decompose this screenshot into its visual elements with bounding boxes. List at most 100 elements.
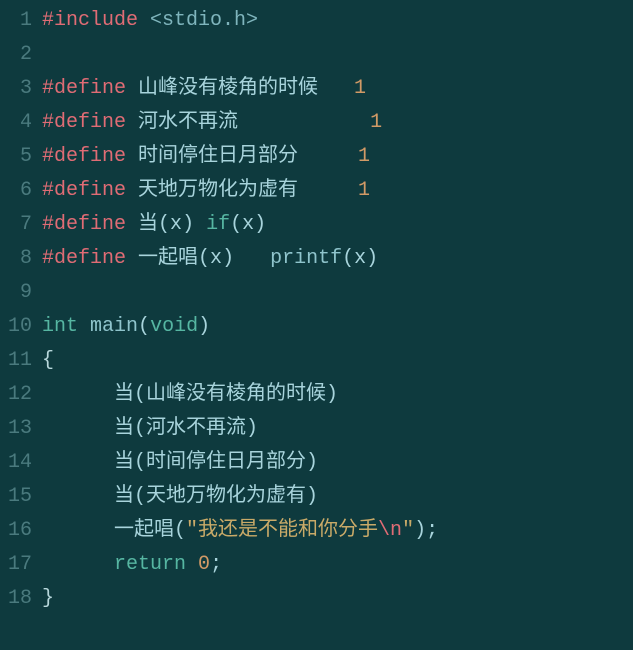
token-ident: 河水不再流 — [146, 417, 246, 440]
token-number: 1 — [370, 111, 382, 134]
token-paren: ( — [134, 485, 146, 508]
line-number: 1 — [0, 4, 32, 38]
token-plain: 一起唱 — [138, 247, 198, 270]
token-include-target: <stdio.h> — [150, 9, 258, 32]
line-number: 3 — [0, 72, 32, 106]
token-plain: ; — [426, 519, 438, 542]
line-number: 15 — [0, 480, 32, 514]
token-ident: x — [354, 247, 366, 270]
line-number: 8 — [0, 242, 32, 276]
code-line[interactable]: 当(河水不再流) — [42, 412, 633, 446]
line-number-gutter: 123456789101112131415161718 — [0, 4, 42, 616]
token-plain — [238, 111, 370, 134]
token-paren: ) — [222, 247, 234, 270]
token-directive: #include — [42, 9, 138, 32]
token-plain — [298, 145, 358, 168]
code-line[interactable] — [42, 38, 633, 72]
code-line[interactable]: 当(天地万物化为虚有) — [42, 480, 633, 514]
token-brace: } — [42, 587, 54, 610]
token-plain — [138, 9, 150, 32]
token-plain — [126, 247, 138, 270]
line-number: 12 — [0, 378, 32, 412]
token-directive: #define — [42, 145, 126, 168]
token-number: 1 — [354, 77, 366, 100]
line-number: 14 — [0, 446, 32, 480]
token-plain — [318, 77, 354, 100]
token-paren: ) — [326, 383, 338, 406]
code-line[interactable]: 当(山峰没有棱角的时候) — [42, 378, 633, 412]
token-ident: 时间停住日月部分 — [146, 451, 306, 474]
token-paren: ) — [306, 485, 318, 508]
token-escape: \n — [378, 519, 402, 542]
token-paren: ( — [158, 213, 170, 236]
token-number: 1 — [358, 145, 370, 168]
code-line[interactable]: #include <stdio.h> — [42, 4, 633, 38]
token-plain: 山峰没有棱角的时候 — [138, 77, 318, 100]
token-type: void — [150, 315, 198, 338]
line-number: 18 — [0, 582, 32, 616]
token-paren: ) — [414, 519, 426, 542]
token-ident: 山峰没有棱角的时候 — [146, 383, 326, 406]
token-plain — [186, 553, 198, 576]
token-plain: 时间停住日月部分 — [138, 145, 298, 168]
token-ident: x — [170, 213, 182, 236]
token-plain: 当 — [114, 451, 134, 474]
token-plain: ; — [210, 553, 222, 576]
line-number: 9 — [0, 276, 32, 310]
code-line[interactable]: #define 山峰没有棱角的时候 1 — [42, 72, 633, 106]
code-area[interactable]: #include <stdio.h>#define 山峰没有棱角的时候 1#de… — [42, 4, 633, 616]
line-number: 4 — [0, 106, 32, 140]
token-plain — [126, 145, 138, 168]
line-number: 17 — [0, 548, 32, 582]
token-number: 1 — [358, 179, 370, 202]
token-plain: 当 — [114, 383, 134, 406]
code-line[interactable]: #define 当(x) if(x) — [42, 208, 633, 242]
token-plain — [42, 519, 114, 542]
token-plain: 一起唱 — [114, 519, 174, 542]
token-paren: ) — [182, 213, 194, 236]
token-plain — [298, 179, 358, 202]
code-line[interactable]: #define 天地万物化为虚有 1 — [42, 174, 633, 208]
token-plain — [42, 485, 114, 508]
code-editor[interactable]: 123456789101112131415161718 #include <st… — [0, 4, 633, 616]
token-paren: ) — [366, 247, 378, 270]
token-plain: 河水不再流 — [138, 111, 238, 134]
code-line[interactable]: } — [42, 582, 633, 616]
line-number: 7 — [0, 208, 32, 242]
token-plain — [126, 213, 138, 236]
token-plain — [126, 111, 138, 134]
token-plain — [42, 553, 114, 576]
code-line[interactable]: return 0; — [42, 548, 633, 582]
token-paren: ) — [254, 213, 266, 236]
line-number: 16 — [0, 514, 32, 548]
token-directive: #define — [42, 111, 126, 134]
token-plain: 当 — [114, 417, 134, 440]
line-number: 11 — [0, 344, 32, 378]
token-plain: 天地万物化为虚有 — [138, 179, 298, 202]
code-line[interactable]: int main(void) — [42, 310, 633, 344]
code-line[interactable]: #define 时间停住日月部分 1 — [42, 140, 633, 174]
code-line[interactable] — [42, 276, 633, 310]
token-plain: 当 — [138, 213, 158, 236]
token-type: int — [42, 315, 78, 338]
token-func: printf — [270, 247, 342, 270]
token-plain: 当 — [114, 485, 134, 508]
token-plain — [126, 179, 138, 202]
code-line[interactable]: #define 河水不再流 1 — [42, 106, 633, 140]
token-string: "我还是不能和你分手 — [186, 519, 378, 542]
token-paren: ( — [134, 417, 146, 440]
line-number: 13 — [0, 412, 32, 446]
token-directive: #define — [42, 213, 126, 236]
code-line[interactable]: #define 一起唱(x) printf(x) — [42, 242, 633, 276]
token-paren: ( — [198, 247, 210, 270]
token-directive: #define — [42, 247, 126, 270]
line-number: 2 — [0, 38, 32, 72]
token-string: " — [402, 519, 414, 542]
token-plain — [234, 247, 270, 270]
code-line[interactable]: { — [42, 344, 633, 378]
token-brace: { — [42, 349, 54, 372]
code-line[interactable]: 当(时间停住日月部分) — [42, 446, 633, 480]
code-line[interactable]: 一起唱("我还是不能和你分手\n"); — [42, 514, 633, 548]
token-paren: ( — [134, 383, 146, 406]
token-paren: ( — [174, 519, 186, 542]
